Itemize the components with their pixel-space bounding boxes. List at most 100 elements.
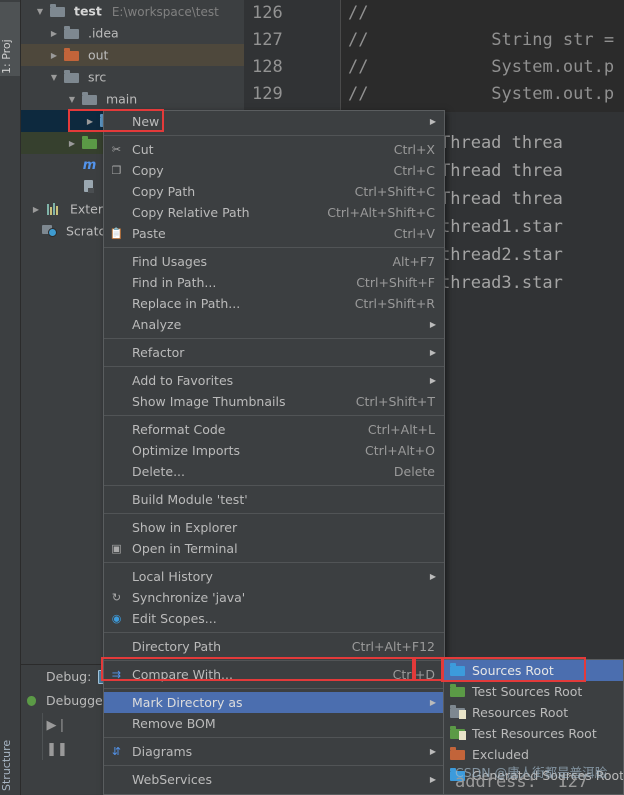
copy-icon: ❐ [111,164,122,177]
menu-item-label: Local History [132,569,213,584]
tool-tab-project[interactable]: 1: Proj [0,2,20,76]
pause-icon[interactable]: ❚❚ [46,739,68,761]
chevron-down-icon[interactable]: ▼ [48,67,60,89]
tree-row[interactable]: ▶ .idea [20,22,244,44]
menu-item-new[interactable]: New ▶ [104,111,444,132]
menu-item-find-usages[interactable]: Find Usages Alt+F7 [104,251,444,272]
menu-item-copy-relative-path[interactable]: Copy Relative Path Ctrl+Alt+Shift+C [104,202,444,223]
mark-directory-as-submenu[interactable]: Sources Root Test Sources Root Resources R… [443,659,624,795]
tool-tab-structure[interactable]: Structure [0,711,20,793]
menu-item-open-in-terminal[interactable]: ▣ Open in Terminal [104,538,444,559]
chevron-right-icon[interactable]: ▶ [84,111,96,133]
editor-gutter[interactable]: 126 127 128 129 [244,0,341,110]
menu-item-label: Compare With... [132,667,233,682]
menu-item-delete[interactable]: Delete... Delete [104,461,444,482]
menu-item-analyze[interactable]: Analyze ▶ [104,314,444,335]
submenu-item-sources-root[interactable]: Sources Root [444,660,623,681]
chevron-right-icon[interactable]: ▶ [48,23,60,45]
compare-icon: ⇉ [111,668,122,681]
menu-item-webservices[interactable]: WebServices ▶ [104,769,444,790]
resume-icon[interactable]: ▶❘ [46,715,68,737]
menu-separator [104,688,444,689]
spacer: ▶ [66,177,78,199]
submenu-item-generated-sources-root[interactable]: Generated Sources Root [444,765,623,786]
submenu-item-label: Resources Root [472,705,569,720]
menu-item-directory-path[interactable]: Directory Path Ctrl+Alt+F12 [104,636,444,657]
menu-item-mark-directory-as[interactable]: Mark Directory as ▶ [104,692,444,713]
menu-item-label: Cut [132,142,154,157]
tab-debugger[interactable]: Debugger [46,693,108,708]
folder-grey-icon [63,26,79,39]
menu-item-label: Copy Path [132,184,196,199]
menu-item-paste[interactable]: 📋 Paste Ctrl+V [104,223,444,244]
menu-item-diagrams[interactable]: ⇵ Diagrams ▶ [104,741,444,762]
tree-row[interactable]: ▼ main [20,88,244,110]
submenu-item-label: Test Resources Root [472,726,597,741]
menu-item-compare-with[interactable]: ⇉ Compare With... Ctrl+D [104,664,444,685]
menu-separator [104,632,444,633]
context-menu[interactable]: New ▶ ✂ Cut Ctrl+X ❐ Copy Ctrl+C Copy Path Ctrl+S… [103,110,445,795]
menu-item-label: Refactor [132,345,185,360]
chevron-right-icon[interactable]: ▶ [48,45,60,67]
menu-item-create-gist[interactable]: ◍Create Gist... [104,790,444,794]
submenu-item-label: Excluded [472,747,529,762]
tree-item-label: .idea [87,25,119,41]
menu-item-remove-bom[interactable]: Remove BOM [104,713,444,734]
scopes-icon: ◉ [111,612,122,625]
menu-item-shortcut: Ctrl+Shift+T [355,394,435,409]
code-line: Thread threa [440,161,563,181]
menu-item-label: Copy Relative Path [132,205,250,220]
iml-file-icon [82,180,97,193]
menu-item-find-in-path[interactable]: Find in Path... Ctrl+Shift+F [104,272,444,293]
chevron-right-icon: ▶ [429,747,436,756]
menu-item-synchronize-java[interactable]: ↻ Synchronize 'java' [104,587,444,608]
tree-item-label: test [73,3,102,19]
code-line: thread1.star [440,217,563,237]
submenu-item-test-sources-root[interactable]: Test Sources Root [444,681,623,702]
menu-item-local-history[interactable]: Local History ▶ [104,566,444,587]
menu-item-label: Add to Favorites [132,373,234,388]
menu-item-show-in-explorer[interactable]: Show in Explorer [104,517,444,538]
line-number: 126 [252,3,283,23]
submenu-item-test-resources-root[interactable]: Test Resources Root [444,723,623,744]
diagram-icon: ⇵ [111,745,122,758]
submenu-item-resources-root[interactable]: Resources Root [444,702,623,723]
chevron-down-icon[interactable]: ▼ [34,1,46,23]
chevron-right-icon[interactable]: ▶ [30,199,42,221]
folder-icon [450,747,465,760]
chevron-down-icon[interactable]: ▼ [66,89,78,111]
tree-row[interactable]: ▼ src [20,66,244,88]
submenu-item-excluded[interactable]: Excluded [444,744,623,765]
menu-item-build-module-test[interactable]: Build Module 'test' [104,489,444,510]
chevron-right-icon: ▶ [429,117,436,126]
menu-item-label: Find Usages [132,254,208,269]
menu-item-reformat-code[interactable]: Reformat Code Ctrl+Alt+L [104,419,444,440]
menu-item-label: Show Image Thumbnails [132,394,286,409]
menu-item-edit-scopes[interactable]: ◉ Edit Scopes... [104,608,444,629]
menu-item-copy[interactable]: ❐ Copy Ctrl+C [104,160,444,181]
menu-item-label: Analyze [132,317,182,332]
menu-item-copy-path[interactable]: Copy Path Ctrl+Shift+C [104,181,444,202]
menu-item-add-to-favorites[interactable]: Add to Favorites ▶ [104,370,444,391]
line-number: 128 [252,57,283,77]
editor-upper-fragment[interactable]: 126 127 128 129 // // String str = // Sy… [244,0,624,110]
submenu-item-label: Sources Root [472,663,554,678]
menu-separator [104,415,444,416]
menu-item-label: Edit Scopes... [132,611,217,626]
spacer: ▶ [66,155,78,177]
menu-item-show-image-thumbnails[interactable]: Show Image Thumbnails Ctrl+Shift+T [104,391,444,412]
menu-item-label: Find in Path... [132,275,217,290]
menu-item-refactor[interactable]: Refactor ▶ [104,342,444,363]
chevron-right-icon[interactable]: ▶ [66,133,78,155]
tree-row[interactable]: ▶ out [20,44,244,66]
tree-row[interactable]: ▼ test E:\workspace\test [20,0,244,22]
menu-item-shortcut: Alt+F7 [392,254,435,269]
tree-item-label: out [87,47,109,63]
menu-item-optimize-imports[interactable]: Optimize Imports Ctrl+Alt+O [104,440,444,461]
menu-item-cut[interactable]: ✂ Cut Ctrl+X [104,139,444,160]
folder-icon [450,705,466,719]
menu-item-shortcut: Ctrl+Shift+C [354,184,435,199]
menu-item-replace-in-path[interactable]: Replace in Path... Ctrl+Shift+R [104,293,444,314]
terminal-icon: ▣ [111,542,122,555]
menu-item-shortcut: Ctrl+Alt+Shift+C [327,205,435,220]
